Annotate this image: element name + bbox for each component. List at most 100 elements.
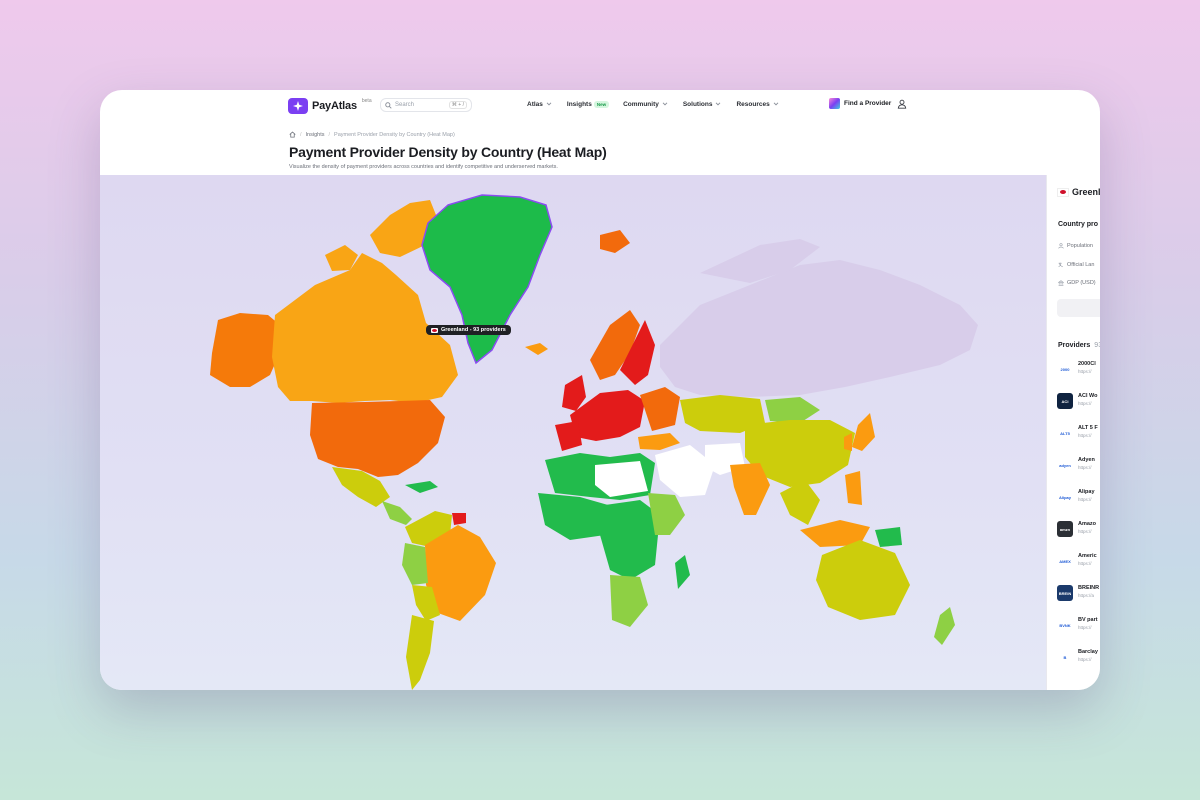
country-southern-africa[interactable] <box>610 575 648 627</box>
menu-resources[interactable]: Resources <box>736 100 779 108</box>
find-provider-label: Find a Provider <box>844 100 892 107</box>
provider-logo: adyen <box>1057 457 1073 473</box>
provider-name: Alipay <box>1078 489 1095 495</box>
country-peru[interactable] <box>402 543 428 585</box>
provider-name: BV part <box>1078 617 1098 623</box>
provider-item[interactable]: Alipay Alipay https:// <box>1057 489 1100 505</box>
menu-insights[interactable]: Insights New <box>567 100 610 108</box>
country-central-africa[interactable] <box>600 500 660 580</box>
logo-icon <box>288 98 308 114</box>
menu-atlas[interactable]: Atlas <box>527 100 553 108</box>
provider-url: https:// <box>1078 497 1092 502</box>
profile-action-box[interactable] <box>1057 299 1100 317</box>
provider-url: https:// <box>1078 401 1092 406</box>
search-icon <box>385 101 392 109</box>
search-input[interactable]: Search ⌘ + / <box>380 98 472 112</box>
country-guiana[interactable] <box>452 513 466 525</box>
provider-logo: Alipay <box>1057 489 1073 505</box>
breadcrumb-current: Payment Provider Density by Country (Hea… <box>334 131 455 138</box>
provider-item[interactable]: ALT5 ALT 5 F https:// <box>1057 425 1100 441</box>
country-new-zealand[interactable] <box>934 607 955 645</box>
country-west-africa[interactable] <box>538 493 608 540</box>
breadcrumb: / Insights / Payment Provider Density by… <box>289 131 455 138</box>
provider-item[interactable]: AMEX Americ https:// <box>1057 553 1100 569</box>
providers-heading: Providers 93 <box>1058 342 1100 349</box>
country-mongolia[interactable] <box>765 397 820 423</box>
provider-item[interactable]: adyen Adyen https:// <box>1057 457 1100 473</box>
user-icon[interactable] <box>897 99 907 109</box>
page-subtitle: Visualize the density of payment provide… <box>289 164 558 170</box>
provider-url: https:// <box>1078 625 1092 630</box>
provider-item[interactable]: B Barclay https:// <box>1057 649 1100 665</box>
new-badge: New <box>593 100 610 108</box>
country-southeast-asia[interactable] <box>780 480 820 525</box>
gdp-row: GDP (USD) <box>1058 280 1096 286</box>
country-russia[interactable] <box>660 260 978 397</box>
menu-solutions[interactable]: Solutions <box>683 100 723 108</box>
country-australia[interactable] <box>816 540 910 620</box>
home-icon[interactable] <box>289 131 296 138</box>
main-menu: Atlas Insights New Community Solutions R… <box>527 100 780 108</box>
country-madagascar[interactable] <box>675 555 690 589</box>
language-row: Official Lan <box>1058 262 1094 268</box>
country-usa[interactable] <box>310 400 445 477</box>
breadcrumb-separator: / <box>300 131 302 138</box>
language-label: Official Lan <box>1067 262 1095 268</box>
provider-text: BV part https:// <box>1078 617 1098 630</box>
country-uk[interactable] <box>562 375 586 411</box>
provider-name: Amazo <box>1078 521 1097 527</box>
menu-atlas-label: Atlas <box>527 100 543 108</box>
provider-item[interactable]: amzn Amazo https:// <box>1057 521 1100 537</box>
provider-item[interactable]: BVNK BV part https:// <box>1057 617 1100 633</box>
provider-text: ACI Wo https:// <box>1078 393 1097 406</box>
provider-url: https:// <box>1078 465 1092 470</box>
breadcrumb-separator: / <box>328 131 331 138</box>
breadcrumb-insights[interactable]: Insights <box>306 132 325 138</box>
provider-url: https:// <box>1078 657 1092 662</box>
find-provider-button[interactable]: Find a Provider <box>829 98 891 109</box>
world-map-svg[interactable] <box>100 175 1046 690</box>
country-eastern-europe[interactable] <box>640 387 680 431</box>
gdp-label: GDP (USD) <box>1067 280 1096 286</box>
heat-map[interactable]: Greenland - 93 providers <box>100 175 1046 690</box>
provider-name: Adyen <box>1078 457 1095 463</box>
menu-community[interactable]: Community <box>623 100 669 108</box>
country-central-america[interactable] <box>382 501 412 525</box>
provider-url: https://a <box>1078 593 1095 598</box>
logo[interactable]: PayAtlas beta <box>288 98 372 114</box>
provider-text: Americ https:// <box>1078 553 1097 566</box>
country-iberia[interactable] <box>555 421 582 451</box>
chevron-down-icon <box>716 102 721 106</box>
provider-logo: ACI <box>1057 393 1073 409</box>
greenland-flag-icon <box>431 327 438 333</box>
provider-text: BREINR https://a <box>1078 585 1099 598</box>
country-argentina-chile[interactable] <box>406 615 434 690</box>
people-icon <box>1058 243 1064 249</box>
tooltip-text: Greenland - 93 providers <box>441 327 506 333</box>
chevron-down-icon <box>773 102 779 106</box>
provider-logo: AMEX <box>1057 553 1073 569</box>
provider-logo: BREIN <box>1057 585 1073 601</box>
top-nav: PayAtlas beta Search ⌘ + / Atlas Insight… <box>100 90 1100 124</box>
language-icon <box>1058 262 1063 268</box>
country-philippines[interactable] <box>845 471 862 505</box>
provider-text: ALT 5 F https:// <box>1078 425 1098 438</box>
provider-name: Americ <box>1078 553 1097 559</box>
find-provider-icon <box>829 98 840 109</box>
search-shortcut: ⌘ + / <box>448 101 467 109</box>
provider-logo: ALT5 <box>1057 425 1073 441</box>
provider-logo: BVNK <box>1057 617 1073 633</box>
provider-logo: 2000 <box>1057 361 1073 377</box>
provider-item[interactable]: 2000 2000Cl https:// <box>1057 361 1100 377</box>
country-svalbard[interactable] <box>600 230 630 253</box>
provider-item[interactable]: BREIN BREINR https://a <box>1057 585 1100 601</box>
country-turkey[interactable] <box>638 433 680 450</box>
provider-item[interactable]: ACI ACI Wo https:// <box>1057 393 1100 409</box>
provider-logo: B <box>1057 649 1073 665</box>
country-png[interactable] <box>875 527 902 547</box>
country-japan[interactable] <box>852 413 875 451</box>
country-caribbean[interactable] <box>405 481 438 493</box>
logo-text: PayAtlas <box>312 100 357 112</box>
country-iceland[interactable] <box>525 343 548 355</box>
country-alaska[interactable] <box>210 313 280 387</box>
